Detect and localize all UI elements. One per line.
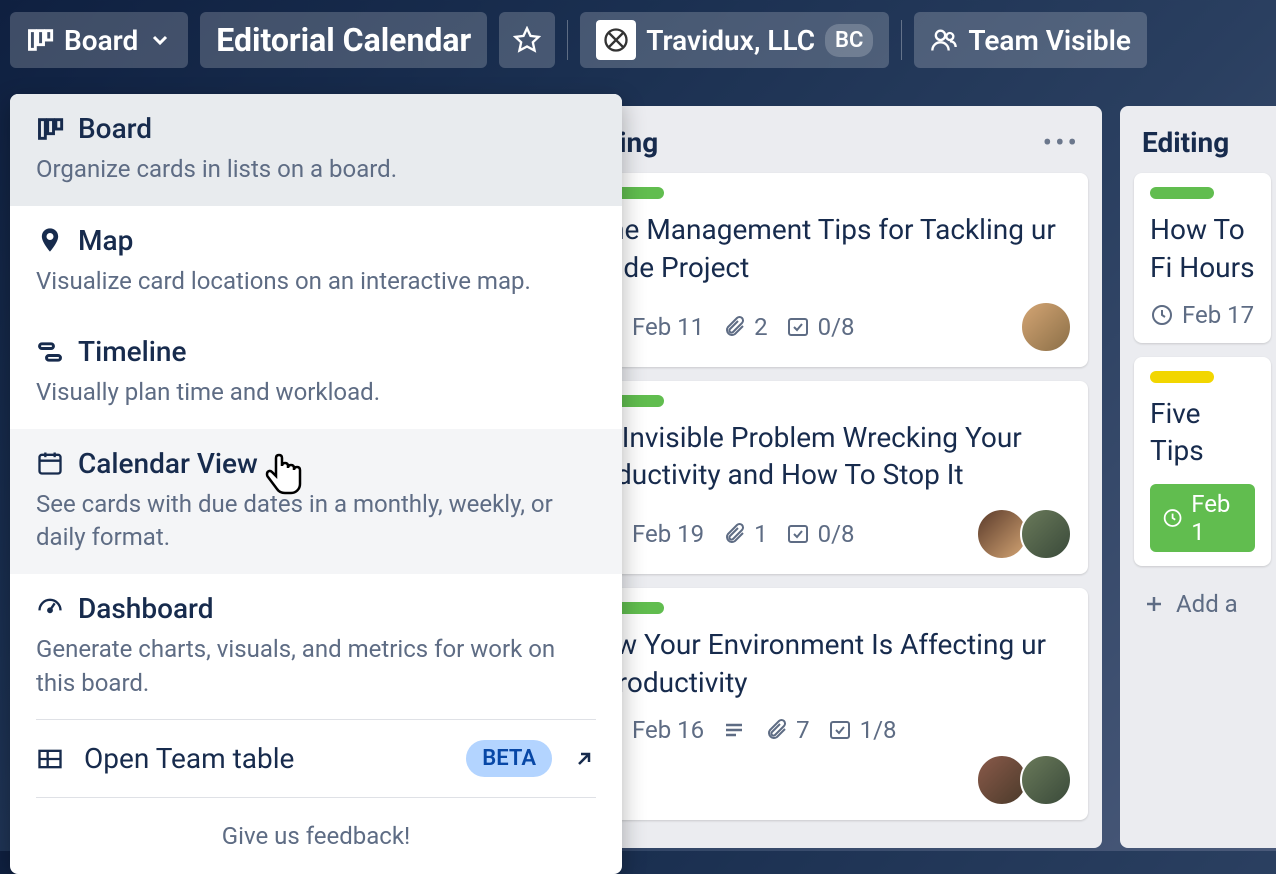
checklist: 1/8 [828,716,897,744]
org-name: Travidux, LLC [646,24,815,57]
checklist-icon [786,315,810,339]
divider [567,20,568,60]
star-icon [513,26,541,54]
clock-icon [1162,506,1183,530]
dropdown-item-board[interactable]: Board Organize cards in lists on a board… [10,94,622,206]
attachments: 1 [722,520,768,548]
add-card-button[interactable]: Add a [1134,580,1271,628]
chevron-down-icon [148,28,172,52]
dropdown-item-calendar[interactable]: Calendar View See cards with due dates i… [10,429,622,574]
plus-icon [1142,592,1166,616]
beta-badge: BETA [466,740,552,777]
external-link-icon [572,747,596,771]
visibility-button[interactable]: Team Visible [914,12,1147,68]
view-switcher-label: Board [64,24,138,57]
board-lists: riting ••• me Management Tips for Tackli… [560,96,1276,858]
dashboard-icon [36,594,64,622]
org-badge: BC [825,24,873,57]
dropdown-item-timeline[interactable]: Timeline Visually plan time and workload… [10,317,622,429]
due-date[interactable]: Feb 17 [1150,301,1254,329]
attachment-icon [722,315,746,339]
clock-icon [1150,303,1174,327]
card[interactable]: me Management Tips for Tackling ur Side … [584,173,1088,367]
card-title: e Invisible Problem Wrecking Your oducti… [600,419,1072,495]
board-header: Board Editorial Calendar Travidux, LLC B… [0,0,1276,80]
attachment-icon [764,718,788,742]
star-button[interactable] [499,12,555,68]
timeline-icon [36,338,64,366]
board-title[interactable]: Editorial Calendar [200,12,487,68]
dropdown-item-map[interactable]: Map Visualize card locations on an inter… [10,206,622,318]
board-icon [26,26,54,54]
avatar[interactable] [1020,301,1072,353]
card-label-green[interactable] [1150,187,1214,199]
card-title: Five Tips [1150,395,1255,471]
dropdown-item-dashboard[interactable]: Dashboard Generate charts, visuals, and … [10,574,622,719]
card-title: ow Your Environment Is Affecting ur Prod… [600,626,1072,702]
view-switcher-dropdown: Board Organize cards in lists on a board… [10,94,622,874]
checklist-icon [786,522,810,546]
list-title[interactable]: Editing [1142,126,1229,159]
dropdown-item-team-table[interactable]: Open Team table BETA [10,720,622,797]
card[interactable]: e Invisible Problem Wrecking Your oducti… [584,381,1088,575]
org-logo [596,20,636,60]
attachment-icon [722,522,746,546]
divider [901,20,902,60]
card-title: How To Fi Hours [1150,211,1255,287]
attachments: 2 [722,313,768,341]
description-indicator [722,718,746,742]
card[interactable]: How To Fi Hours Feb 17 [1134,173,1271,343]
board-icon [36,115,64,143]
view-switcher-button[interactable]: Board [10,12,188,68]
list-menu-button[interactable]: ••• [1043,126,1080,159]
list-editing: Editing How To Fi Hours Feb 17 Five Tips… [1120,106,1276,848]
avatar[interactable] [1020,508,1072,560]
due-date-complete[interactable]: Feb 1 [1150,484,1255,552]
card-title: me Management Tips for Tackling ur Side … [600,211,1072,287]
card[interactable]: Five Tips Feb 1 [1134,357,1271,567]
attachments: 7 [764,716,810,744]
org-button[interactable]: Travidux, LLC BC [580,12,889,68]
table-icon [36,745,64,773]
map-pin-icon [36,226,64,254]
list-writing: riting ••• me Management Tips for Tackli… [570,106,1102,848]
team-icon [930,26,958,54]
card-label-yellow[interactable] [1150,371,1214,383]
checklist-icon [828,718,852,742]
calendar-icon [36,449,64,477]
card[interactable]: ow Your Environment Is Affecting ur Prod… [584,588,1088,820]
feedback-link[interactable]: Give us feedback! [10,798,622,874]
visibility-label: Team Visible [968,24,1131,57]
checklist: 0/8 [786,313,855,341]
description-icon [722,718,746,742]
checklist: 0/8 [786,520,855,548]
avatar[interactable] [1020,754,1072,806]
